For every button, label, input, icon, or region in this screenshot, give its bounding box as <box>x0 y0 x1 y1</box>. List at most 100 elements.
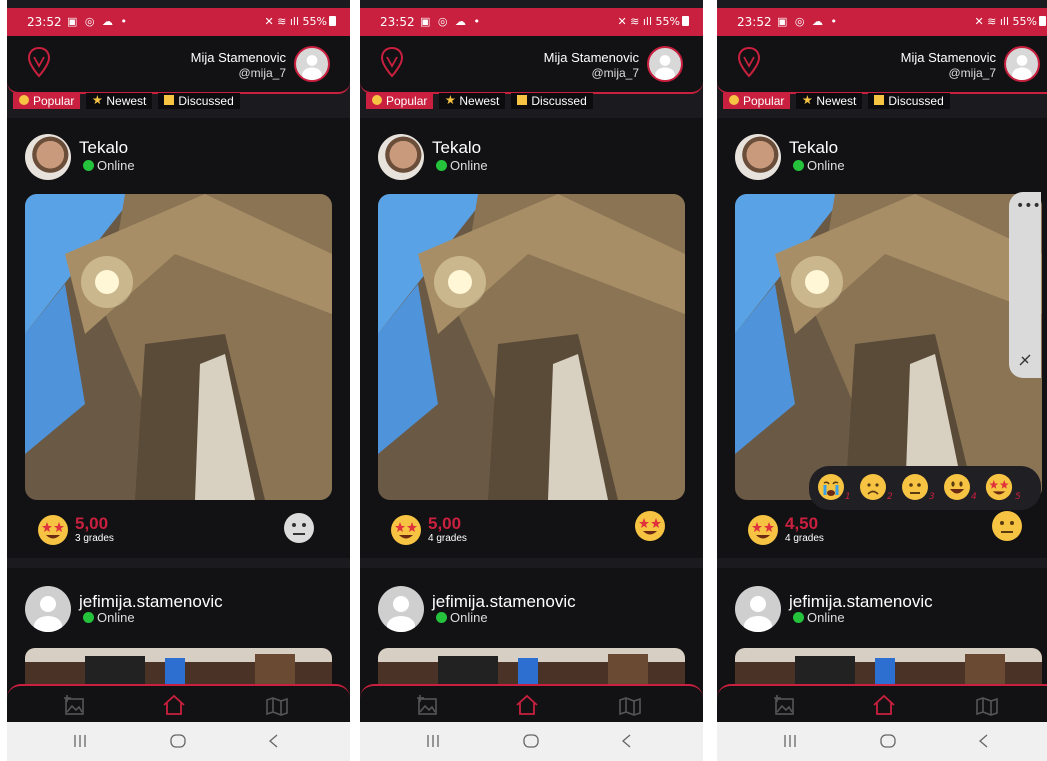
tab-label: Newest <box>106 94 147 108</box>
post-avatar[interactable] <box>378 586 424 632</box>
star-icon <box>445 95 456 105</box>
recent-apps-icon[interactable] <box>781 734 799 748</box>
user-avatar[interactable] <box>647 46 683 82</box>
tab-newest[interactable]: Newest <box>796 93 863 109</box>
home-icon[interactable] <box>872 694 896 716</box>
notification-icons: ▣ ◎ ☁ • <box>420 15 482 28</box>
map-icon[interactable] <box>265 694 289 716</box>
user-name: Mija Stamenovic <box>543 50 639 65</box>
post-username[interactable]: Tekalo <box>432 138 481 158</box>
post-card: Tekalo Online 4,50 4 grades 1 2 3 4 5 <box>717 118 1047 558</box>
back-icon[interactable] <box>975 734 993 748</box>
rating-value: 5,00 <box>75 514 109 533</box>
tab-label: Discussed <box>888 94 944 108</box>
back-icon[interactable] <box>618 734 636 748</box>
recent-apps-icon[interactable] <box>71 734 89 748</box>
online-status: Online <box>83 158 135 173</box>
status-right: ✕ ≋ ıll 55% <box>617 15 689 28</box>
separator <box>7 558 350 568</box>
tab-discussed[interactable]: Discussed <box>868 93 950 109</box>
filter-tabs: Popular Newest Discussed <box>366 90 599 109</box>
post-avatar[interactable] <box>25 586 71 632</box>
post-avatar[interactable] <box>735 586 781 632</box>
star-struck-icon <box>38 515 68 545</box>
online-dot <box>436 612 447 623</box>
post-username[interactable]: Tekalo <box>789 138 838 158</box>
add-photo-icon[interactable] <box>773 694 797 716</box>
post-photo[interactable] <box>735 194 1042 500</box>
post-card: Tekalo Online 5,00 4 grades <box>360 118 703 558</box>
tab-newest[interactable]: Newest <box>439 93 506 109</box>
system-nav-bar <box>717 722 1047 761</box>
worried-face-icon[interactable] <box>859 473 887 501</box>
tab-label: Popular <box>386 94 428 108</box>
tab-popular[interactable]: Popular <box>723 93 791 109</box>
post-username[interactable]: jefimija.stamenovic <box>432 592 576 612</box>
tab-label: Popular <box>743 94 785 108</box>
post-photo[interactable] <box>378 194 685 500</box>
neutral-face-icon[interactable] <box>283 512 315 544</box>
star-struck-icon[interactable] <box>985 473 1013 501</box>
tab-popular[interactable]: Popular <box>13 93 81 109</box>
home-button-icon[interactable] <box>522 734 540 748</box>
person-icon <box>744 596 772 632</box>
smiling-face-icon[interactable] <box>943 473 971 501</box>
online-status: Online <box>793 610 845 625</box>
neutral-face-icon[interactable] <box>901 473 929 501</box>
rating-count: 4 grades <box>785 533 824 544</box>
notification-icons: ▣ ◎ ☁ • <box>67 15 129 28</box>
user-name: Mija Stamenovic <box>190 50 286 65</box>
edge-panel[interactable]: ••• <box>1009 192 1041 378</box>
post-card: Tekalo Online 5,00 3 grades <box>7 118 350 558</box>
location-pin-logo-icon[interactable] <box>27 46 51 78</box>
phone-screen-2: 23:52 ▣ ◎ ☁ • ✕ ≋ ıll 55% Mija Stamenovi… <box>360 0 703 761</box>
smile-icon <box>19 95 29 105</box>
map-icon[interactable] <box>618 694 642 716</box>
post-photo[interactable] <box>25 194 332 500</box>
star-struck-icon[interactable] <box>634 510 666 542</box>
post-avatar[interactable] <box>25 134 71 180</box>
neutral-face-icon[interactable] <box>991 510 1023 542</box>
map-icon[interactable] <box>975 694 999 716</box>
back-icon[interactable] <box>265 734 283 748</box>
post-username[interactable]: Tekalo <box>79 138 128 158</box>
location-pin-logo-icon[interactable] <box>380 46 404 78</box>
phone-screen-1: 23:52 ▣ ◎ ☁ • ✕ ≋ ıll 55% Mija Stamenovi… <box>7 0 350 761</box>
user-avatar[interactable] <box>1004 46 1040 82</box>
recent-apps-icon[interactable] <box>424 734 442 748</box>
home-icon[interactable] <box>515 694 539 716</box>
tab-popular[interactable]: Popular <box>366 93 434 109</box>
add-photo-icon[interactable] <box>63 694 87 716</box>
home-icon[interactable] <box>162 694 186 716</box>
user-handle: @mija_7 <box>238 66 286 80</box>
post-username[interactable]: jefimija.stamenovic <box>79 592 223 612</box>
tab-newest[interactable]: Newest <box>86 93 153 109</box>
pin-off-icon[interactable] <box>1017 352 1033 368</box>
post-avatar[interactable] <box>735 134 781 180</box>
add-photo-icon[interactable] <box>416 694 440 716</box>
reaction-number: 3 <box>929 492 935 502</box>
location-pin-logo-icon[interactable] <box>737 46 761 78</box>
tab-label: Discussed <box>178 94 234 108</box>
post-avatar[interactable] <box>378 134 424 180</box>
rating-value: 5,00 <box>428 514 462 533</box>
home-button-icon[interactable] <box>169 734 187 748</box>
home-button-icon[interactable] <box>879 734 897 748</box>
chat-icon <box>164 95 175 105</box>
post-username[interactable]: jefimija.stamenovic <box>789 592 933 612</box>
status-time: 23:52 <box>737 15 772 29</box>
tab-discussed[interactable]: Discussed <box>158 93 240 109</box>
tab-discussed[interactable]: Discussed <box>511 93 593 109</box>
status-right: ✕ ≋ ıll 55% <box>974 15 1046 28</box>
person-icon <box>655 55 675 80</box>
tab-label: Popular <box>33 94 75 108</box>
status-bar: 23:52 ▣ ◎ ☁ • ✕ ≋ ıll 55% <box>7 8 350 36</box>
online-dot <box>793 160 804 171</box>
reaction-number: 2 <box>887 492 893 502</box>
crying-face-icon[interactable] <box>817 473 845 501</box>
user-avatar[interactable] <box>294 46 330 82</box>
app-header: Mija Stamenovic @mija_7 <box>717 36 1047 94</box>
more-options-icon[interactable]: ••• <box>1016 198 1041 214</box>
notification-icons: ▣ ◎ ☁ • <box>777 15 839 28</box>
filter-tabs: Popular Newest Discussed <box>723 90 956 109</box>
